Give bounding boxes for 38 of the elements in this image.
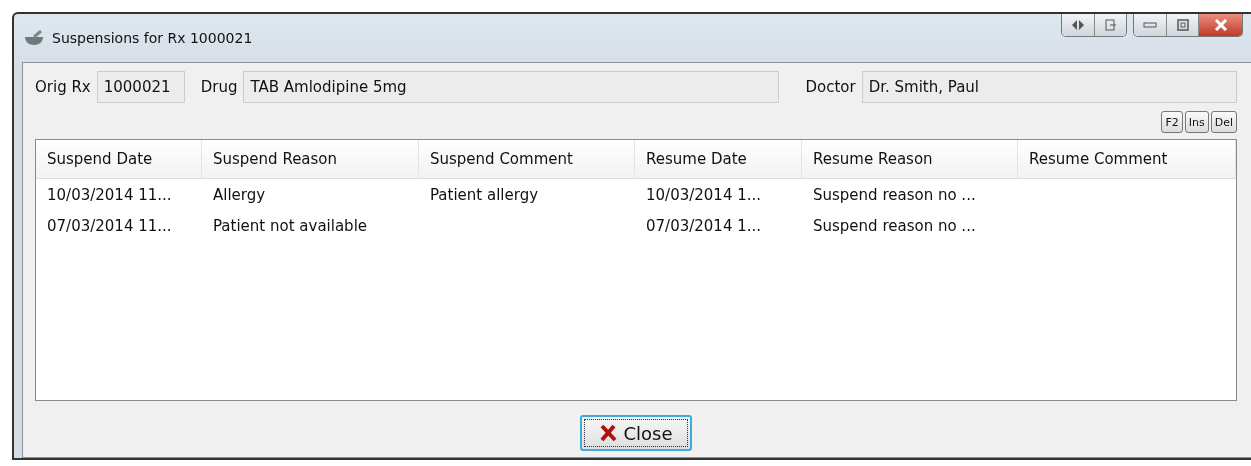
table-cell-text: Suspend reason no ... — [812, 184, 977, 206]
mortar-icon — [24, 30, 44, 46]
x-icon — [599, 424, 618, 442]
table-cell-text: 10/03/2014 11... — [46, 184, 173, 206]
field-label: Doctor — [805, 78, 856, 96]
read-only-field: Dr. Smith, Paul — [861, 71, 1237, 103]
minimize-icon — [1143, 22, 1157, 28]
arrows-icon — [1071, 20, 1085, 30]
column-header[interactable]: Suspend Date — [36, 140, 202, 178]
table-cell-text: Allergy — [212, 184, 267, 206]
table-cell-text: Patient not available — [212, 215, 369, 237]
table-cell-text: Suspend reason no ... — [812, 215, 977, 237]
column-header[interactable]: Resume Comment — [1018, 140, 1236, 178]
export-icon — [1104, 19, 1117, 31]
shortcut-button[interactable]: Del — [1210, 111, 1237, 133]
table-cell-text: 07/03/2014 11... — [46, 215, 173, 237]
column-header[interactable]: Resume Date — [635, 140, 802, 178]
close-button[interactable]: Close — [580, 415, 692, 451]
table-cell-text: 07/03/2014 1... — [645, 215, 763, 237]
maximize-button[interactable] — [1166, 14, 1198, 36]
table-cell-text: 10/03/2014 1... — [645, 184, 763, 206]
column-header[interactable]: Resume Reason — [802, 140, 1018, 178]
window-title: Suspensions for Rx 1000021 — [52, 30, 253, 46]
close-icon — [1213, 19, 1228, 31]
field-label: Drug — [200, 78, 238, 96]
close-window-button[interactable] — [1198, 14, 1242, 36]
maximize-icon — [1176, 19, 1189, 31]
export-button[interactable] — [1094, 14, 1126, 36]
arrows-button[interactable] — [1062, 14, 1094, 36]
minimize-button[interactable] — [1134, 14, 1166, 36]
column-header[interactable]: Suspend Comment — [419, 140, 635, 178]
read-only-field: TAB Amlodipine 5mg — [243, 71, 780, 103]
table-cell-text: Patient allergy — [429, 184, 540, 206]
shortcut-button[interactable]: Ins — [1184, 111, 1209, 133]
read-only-field: 1000021 — [96, 71, 185, 103]
shortcut-button[interactable]: F2 — [1161, 111, 1183, 133]
column-header[interactable]: Suspend Reason — [202, 140, 419, 178]
field-label: Orig Rx — [35, 78, 91, 96]
